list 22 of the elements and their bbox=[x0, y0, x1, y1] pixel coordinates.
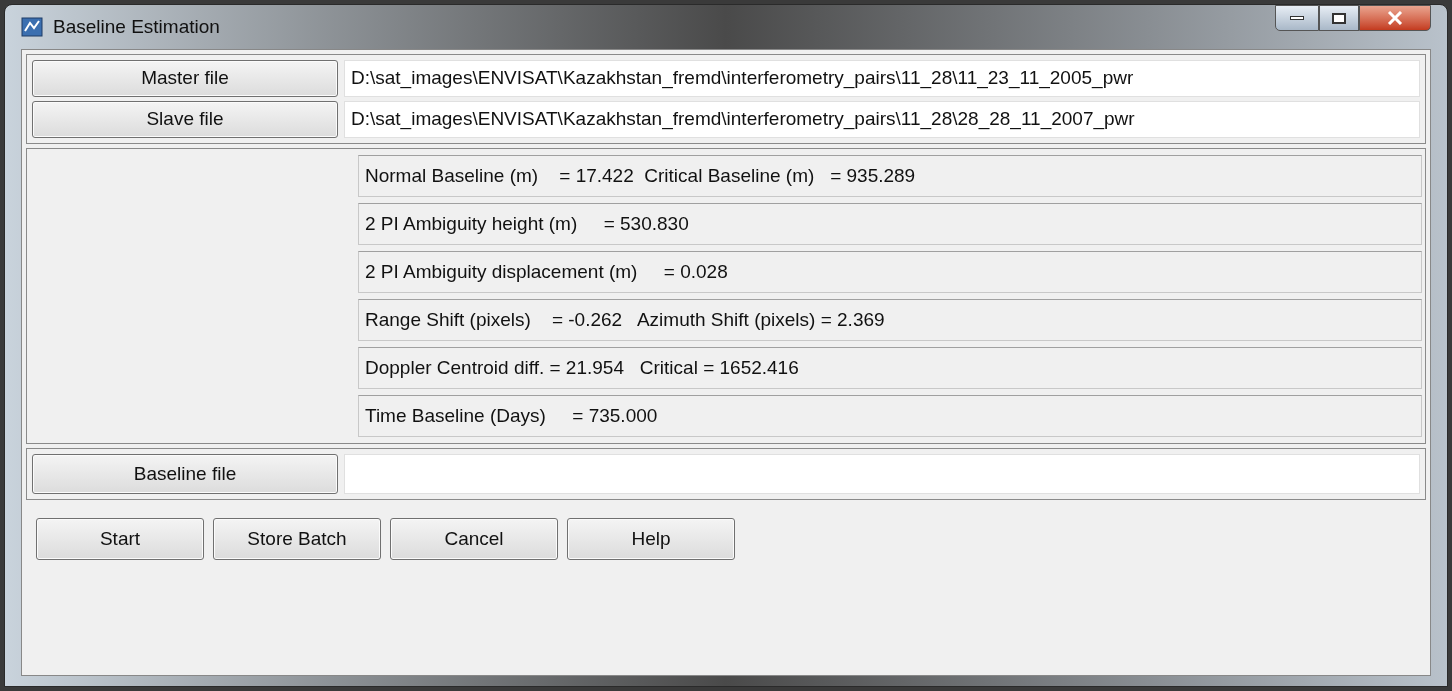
maximize-button[interactable] bbox=[1319, 5, 1359, 31]
result-readout: Normal Baseline (m) = 17.422 Critical Baseline (m) = 935.289 bbox=[358, 155, 1422, 197]
app-icon bbox=[21, 17, 43, 37]
file-button[interactable]: Slave file bbox=[32, 101, 338, 138]
action-button[interactable]: Cancel bbox=[390, 518, 558, 560]
baseline-file-field[interactable] bbox=[344, 454, 1420, 494]
minimize-button[interactable] bbox=[1275, 5, 1319, 31]
result-readout: Doppler Centroid diff. = 21.954 Critical = 1652.416 bbox=[358, 347, 1422, 389]
result-readout: Time Baseline (Days) = 735.000 bbox=[358, 395, 1422, 437]
file-button[interactable]: Baseline file bbox=[32, 454, 338, 494]
action-button[interactable]: Store Batch bbox=[213, 518, 381, 560]
close-icon bbox=[1387, 11, 1403, 25]
window-title: Baseline Estimation bbox=[53, 14, 220, 39]
file-button[interactable]: Master file bbox=[32, 60, 338, 97]
result-readout: 2 PI Ambiguity height (m) = 530.830 bbox=[358, 203, 1422, 245]
file-path-field[interactable]: D:\sat_images\ENVISAT\Kazakhstan_fremd\interferometry_pairs\11_28\28_28_11_2007_pwr bbox=[344, 101, 1420, 138]
action-button[interactable]: Start bbox=[36, 518, 204, 560]
result-readout: Range Shift (pixels) = -0.262 Azimuth Shift (pixels) = 2.369 bbox=[358, 299, 1422, 341]
result-readout: 2 PI Ambiguity displacement (m) = 0.028 bbox=[358, 251, 1422, 293]
file-path-field[interactable]: D:\sat_images\ENVISAT\Kazakhstan_fremd\interferometry_pairs\11_28\11_23_11_2005_pwr bbox=[344, 60, 1420, 97]
action-button[interactable]: Help bbox=[567, 518, 735, 560]
close-button[interactable] bbox=[1359, 5, 1431, 31]
